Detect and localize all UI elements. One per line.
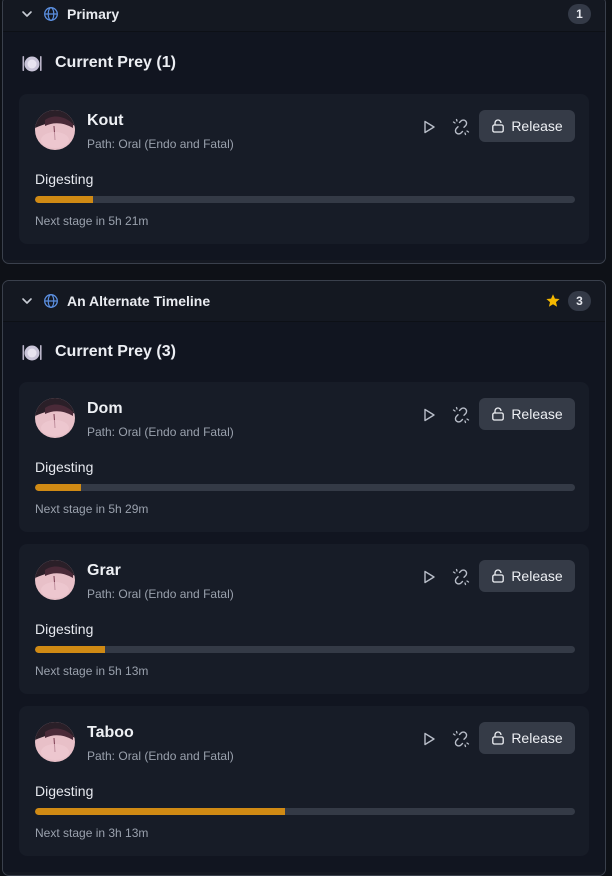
play-icon[interactable]	[420, 568, 438, 586]
globe-icon	[43, 6, 59, 22]
group-name: Primary	[67, 6, 120, 22]
group-count-badge: 3	[568, 291, 591, 311]
release-label: Release	[511, 118, 563, 134]
group-body: Current Prey (3) Dom Path: Oral (Endo an…	[3, 322, 605, 872]
avatar[interactable]	[35, 110, 75, 150]
group-count-badge: 1	[568, 4, 591, 24]
prey-name: Kout	[87, 112, 124, 129]
digestion-progress-bar	[35, 196, 575, 203]
prey-path: Path: Oral (Endo and Fatal)	[87, 425, 234, 439]
group-body: Current Prey (1) Kout Path: Oral (Endo a…	[3, 32, 605, 260]
section-label: Current Prey (1)	[55, 54, 176, 71]
broken-link-icon[interactable]	[451, 117, 471, 137]
next-stage-text: Next stage in 5h 29m	[35, 502, 149, 516]
status-text: Digesting	[35, 459, 94, 475]
prey-path: Path: Oral (Endo and Fatal)	[87, 749, 234, 763]
status-text: Digesting	[35, 621, 94, 637]
group-header[interactable]: Primary 1	[3, 0, 605, 32]
play-icon[interactable]	[420, 118, 438, 136]
digestion-progress-bar	[35, 484, 575, 491]
prey-name: Taboo	[87, 724, 134, 741]
plate-utensils-icon	[21, 52, 43, 74]
unlock-icon	[491, 731, 505, 745]
broken-link-icon[interactable]	[451, 405, 471, 425]
digestion-progress-bar	[35, 808, 575, 815]
next-stage-text: Next stage in 5h 21m	[35, 214, 149, 228]
unlock-icon	[491, 569, 505, 583]
next-stage-text: Next stage in 5h 13m	[35, 664, 149, 678]
release-button[interactable]: Release	[479, 560, 575, 592]
digestion-progress-fill	[35, 646, 106, 653]
broken-link-icon[interactable]	[451, 567, 471, 587]
section-title: Current Prey (1)	[19, 32, 589, 94]
digestion-progress-fill	[35, 808, 286, 815]
next-stage-text: Next stage in 3h 13m	[35, 826, 149, 840]
section-title: Current Prey (3)	[19, 322, 589, 382]
prey-name: Dom	[87, 400, 123, 417]
prey-path: Path: Oral (Endo and Fatal)	[87, 137, 234, 151]
play-icon[interactable]	[420, 406, 438, 424]
avatar[interactable]	[35, 398, 75, 438]
play-icon[interactable]	[420, 730, 438, 748]
release-button[interactable]: Release	[479, 110, 575, 142]
prey-card: Kout Path: Oral (Endo and Fatal) Release…	[19, 94, 589, 244]
section-label: Current Prey (3)	[55, 343, 176, 360]
group-header[interactable]: An Alternate Timeline 3	[3, 281, 605, 322]
broken-link-icon[interactable]	[451, 729, 471, 749]
plate-utensils-icon	[21, 341, 43, 363]
release-label: Release	[511, 568, 563, 584]
unlock-icon	[491, 119, 505, 133]
star-icon[interactable]	[545, 293, 561, 309]
release-button[interactable]: Release	[479, 398, 575, 430]
release-label: Release	[511, 730, 563, 746]
avatar[interactable]	[35, 560, 75, 600]
prey-name: Grar	[87, 562, 121, 579]
avatar[interactable]	[35, 722, 75, 762]
chevron-down-icon[interactable]	[20, 294, 34, 308]
globe-icon	[43, 293, 59, 309]
release-button[interactable]: Release	[479, 722, 575, 754]
chevron-down-icon[interactable]	[20, 7, 34, 21]
prey-card: Taboo Path: Oral (Endo and Fatal) Releas…	[19, 706, 589, 856]
status-text: Digesting	[35, 171, 94, 187]
prey-path: Path: Oral (Endo and Fatal)	[87, 587, 234, 601]
group-alternate-timeline: An Alternate Timeline 3 Current Prey (3)…	[2, 280, 606, 876]
unlock-icon	[491, 407, 505, 421]
group-name: An Alternate Timeline	[67, 293, 211, 309]
status-text: Digesting	[35, 783, 94, 799]
release-label: Release	[511, 406, 563, 422]
prey-card: Grar Path: Oral (Endo and Fatal) Release…	[19, 544, 589, 694]
digestion-progress-fill	[35, 196, 93, 203]
group-primary: Primary 1 Current Prey (1) Kout Path: Or…	[2, 0, 606, 264]
digestion-progress-bar	[35, 646, 575, 653]
digestion-progress-fill	[35, 484, 81, 491]
prey-card: Dom Path: Oral (Endo and Fatal) Release …	[19, 382, 589, 532]
